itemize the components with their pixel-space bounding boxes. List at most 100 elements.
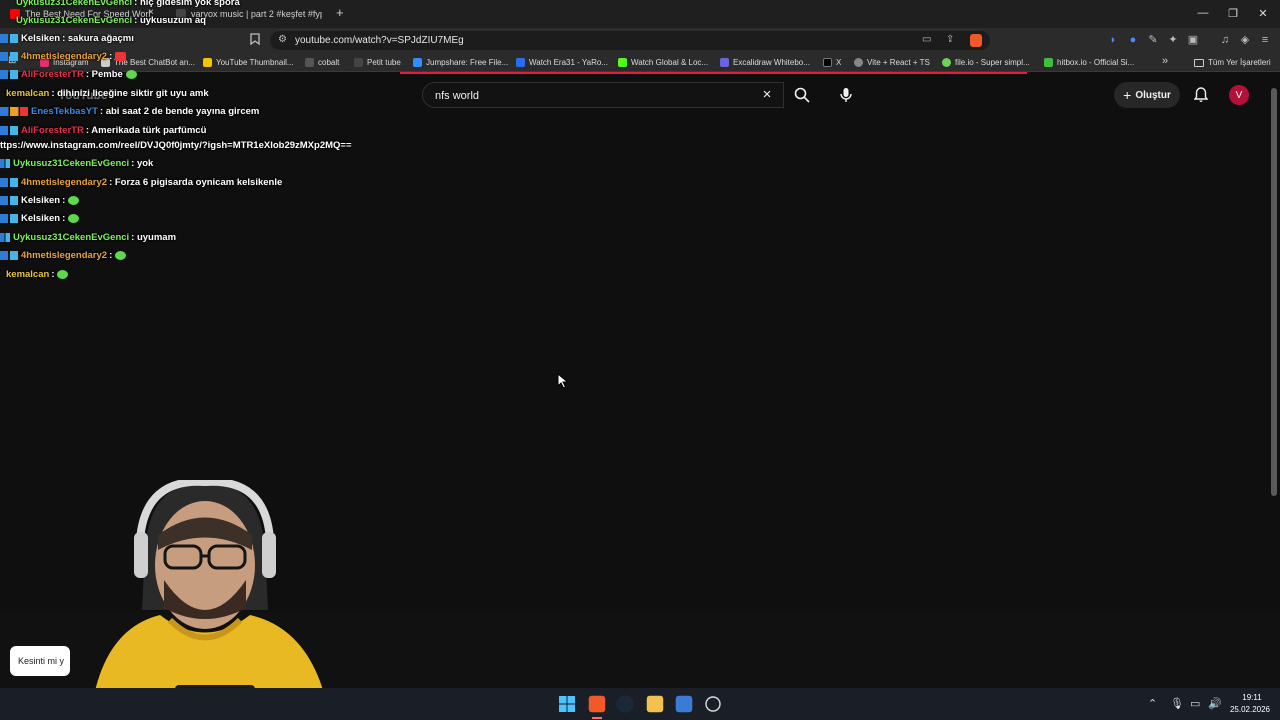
minimize-button[interactable]: —: [1188, 4, 1218, 22]
bell-icon: [1194, 87, 1208, 102]
bookmark-icon[interactable]: [248, 33, 262, 47]
plus-icon: +: [1123, 87, 1132, 103]
bookmark-item[interactable]: file.io - Super simpl...: [942, 56, 1030, 69]
chat-badge-icon: [0, 33, 18, 43]
green-emote-icon: [68, 213, 80, 223]
windows-logo-icon: [559, 696, 575, 712]
voice-search-button[interactable]: [832, 82, 860, 108]
file-explorer-taskbar-icon[interactable]: [646, 695, 664, 713]
clear-search-icon[interactable]: ×: [758, 86, 776, 104]
taskbar-clock-time[interactable]: 19:11: [1232, 693, 1272, 702]
bookmark-favicon-icon: [854, 58, 863, 67]
page-scrollbar[interactable]: [1271, 88, 1277, 496]
bookmarks-bar: ⊞ Instagram The Best ChatBot an... YouTu…: [0, 53, 1280, 72]
extension-icon[interactable]: ◗: [1106, 33, 1120, 47]
url-text: youtube.com/watch?v=SPJdZIU7MEg: [295, 35, 464, 46]
bookmark-item[interactable]: cobalt: [305, 56, 339, 69]
bookmark-favicon-icon: [618, 58, 627, 67]
folder-icon: [1194, 58, 1204, 67]
music-icon[interactable]: ♫: [1218, 33, 1232, 47]
chat-message: Uykusuz31CekenEvGenci: yok: [0, 158, 153, 169]
search-input[interactable]: nfs world: [422, 82, 784, 108]
chat-badge-icon: [0, 232, 10, 242]
chat-badge-icon: [0, 195, 18, 205]
bookmark-favicon-icon: [354, 58, 363, 67]
bookmark-favicon-icon: [203, 58, 212, 67]
chat-badge-icon: [0, 106, 28, 116]
create-button[interactable]: + Oluştur: [1114, 82, 1180, 108]
streamer-webcam: [90, 480, 330, 720]
chat-message: Kelsiken:: [0, 213, 80, 224]
flag-emote-icon: [115, 51, 127, 61]
chat-message: 4hmetislegendary2:: [0, 250, 127, 261]
brave-wallet-icon[interactable]: ◈: [1238, 33, 1252, 47]
caption-bubble: Kesinti mi y: [10, 646, 70, 676]
bookmark-favicon-icon: [305, 58, 314, 67]
chat-message: Uykusuz31CekenEvGenci: uyumam: [0, 232, 176, 243]
chat-badge-icon: [0, 177, 18, 187]
brave-shield-icon[interactable]: [970, 34, 982, 47]
chat-badge-icon: [0, 250, 18, 260]
brave-browser-taskbar-icon[interactable]: [588, 695, 606, 713]
url-field[interactable]: ⚙ youtube.com/watch?v=SPJdZIU7MEg ▭ ⇪: [270, 31, 990, 50]
bookmark-item[interactable]: Watch Era31 - YaRo...: [516, 56, 608, 69]
chat-message: Kelsiken: sakura ağaçmı: [0, 33, 134, 44]
cast-icon[interactable]: ▭: [922, 34, 931, 45]
extension-icon[interactable]: ✎: [1146, 33, 1160, 47]
bookmark-item[interactable]: Vite + React + TS: [854, 56, 930, 69]
chat-message: AliForesterTR: Amerikada türk parfümcü: [0, 125, 206, 136]
green-emote-icon: [57, 269, 69, 279]
chat-message: kemalcan: dihinizi liceğine siktir git u…: [6, 88, 209, 99]
bookmark-favicon-icon: [942, 58, 951, 67]
chat-message: 4hmetislegendary2: Forza 6 pigisarda oyn…: [0, 177, 282, 188]
bookmark-item[interactable]: Watch Global & Loc...: [618, 56, 708, 69]
bookmark-favicon-icon: [1044, 58, 1053, 67]
chat-badge-icon: [0, 125, 18, 135]
tab-title: varyox music | part 2 #keşfet #fyp #: [191, 9, 322, 19]
account-avatar[interactable]: V: [1229, 85, 1249, 105]
bookmark-item[interactable]: Excalidraw Whitebo...: [720, 56, 810, 69]
all-bookmarks-folder[interactable]: Tüm Yer İşaretleri: [1194, 56, 1271, 69]
app-taskbar-icon[interactable]: [675, 695, 693, 713]
create-label: Oluştur: [1135, 89, 1171, 101]
new-tab-button[interactable]: +: [336, 5, 344, 20]
share-icon[interactable]: ⇪: [946, 34, 954, 45]
microphone-icon[interactable]: 🎙: [1170, 697, 1184, 710]
chevron-up-icon[interactable]: ⌃: [1148, 697, 1157, 710]
site-info-icon[interactable]: ⚙: [278, 34, 287, 45]
steam-taskbar-icon[interactable]: [616, 695, 634, 713]
close-window-button[interactable]: ✕: [1248, 4, 1278, 22]
maximize-button[interactable]: ❐: [1218, 4, 1248, 22]
green-emote-icon: [115, 250, 127, 260]
windows-taskbar: ⌃ 🎙 ▭ 🔊 19:11 25.02.2026: [0, 688, 1280, 720]
bookmark-item[interactable]: Jumpshare: Free File...: [413, 56, 508, 69]
start-button[interactable]: [556, 693, 578, 715]
chat-message: AliForesterTR: Pembe: [0, 69, 137, 80]
bookmark-item[interactable]: hitbox.io - Official Si...: [1044, 56, 1134, 69]
chat-badge-icon: [0, 69, 18, 79]
bookmark-item[interactable]: X: [823, 56, 841, 69]
extension-icon[interactable]: ●: [1126, 33, 1140, 47]
bookmark-item[interactable]: YouTube Thumbnail...: [203, 56, 294, 69]
notifications-button[interactable]: [1190, 84, 1212, 106]
puzzle-extensions-icon[interactable]: ✦: [1166, 33, 1180, 47]
search-button[interactable]: [786, 82, 818, 108]
volume-icon[interactable]: 🔊: [1208, 697, 1222, 710]
chat-badge-icon: [0, 158, 10, 168]
search-query-text: nfs world: [435, 90, 480, 102]
app-taskbar-icon[interactable]: [705, 696, 721, 712]
bookmark-item[interactable]: Petit tube: [354, 56, 401, 69]
chat-badge-icon: [0, 51, 18, 61]
green-emote-icon: [68, 195, 80, 205]
microphone-icon: [840, 88, 852, 102]
chat-message: Uykusuz31CekenEvGenci: uykusuzum aq: [16, 15, 206, 26]
menu-icon[interactable]: ≡: [1258, 33, 1272, 47]
mouse-cursor-icon: [557, 373, 569, 389]
bookmark-favicon-icon: [516, 58, 525, 67]
taskbar-clock-date[interactable]: 25.02.2026: [1226, 705, 1274, 714]
chat-message: Uykusuz31CekenEvGenci: hiç gidesim yok s…: [16, 0, 240, 8]
sidebar-icon[interactable]: ▣: [1186, 33, 1200, 47]
chat-message: EnesTekbasYT: abi saat 2 de bende yayına…: [0, 106, 259, 117]
monitor-icon[interactable]: ▭: [1190, 697, 1200, 710]
bookmarks-overflow-button[interactable]: »: [1162, 55, 1168, 67]
